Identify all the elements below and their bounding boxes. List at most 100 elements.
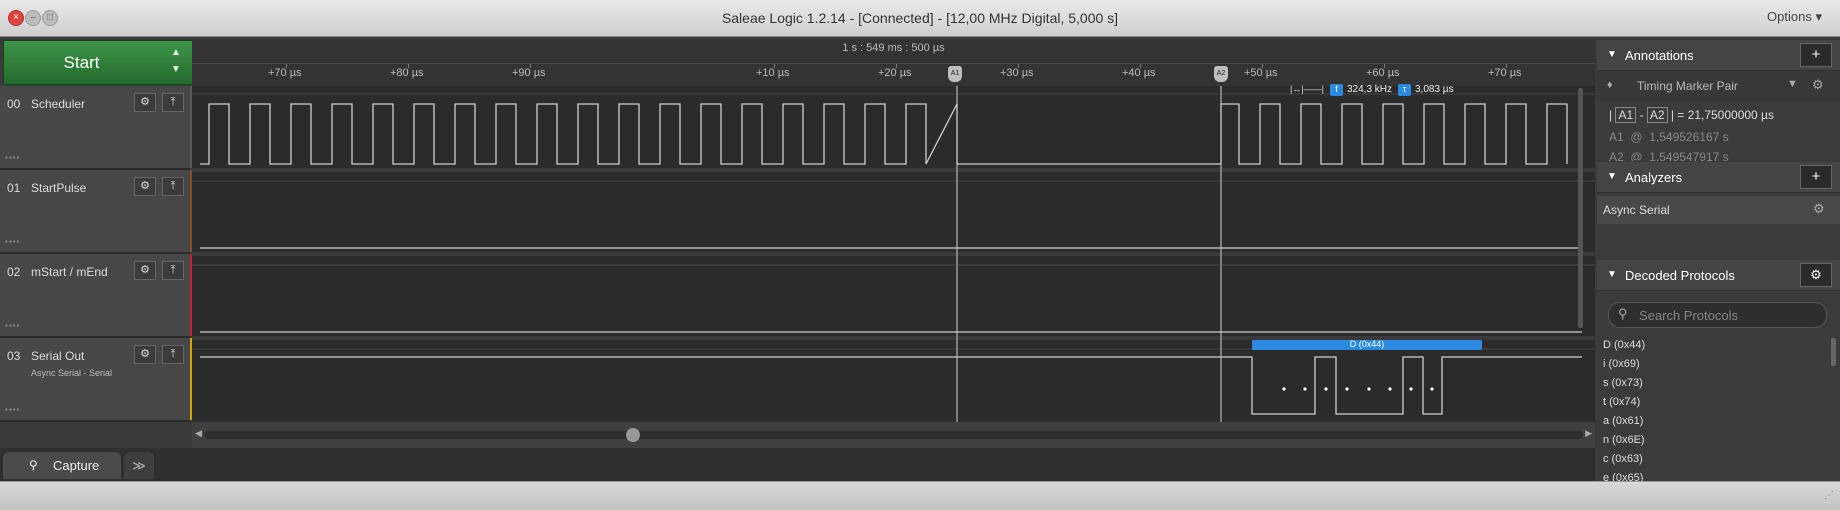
bit-sample-dot: [1282, 387, 1286, 391]
tick-label: +70 µs: [1488, 67, 1522, 79]
start-button[interactable]: Start ▲ ▼: [3, 40, 194, 85]
drag-handle-icon[interactable]: ▪▪▪▪: [5, 321, 20, 330]
a2-label: A2: [1609, 150, 1624, 161]
analyzers-title: Analyzers: [1625, 170, 1683, 185]
gear-icon[interactable]: ⚙: [1813, 201, 1825, 217]
a2-value: 1,549547917 s: [1649, 150, 1729, 161]
marker-a2-flag[interactable]: A2: [1214, 66, 1228, 82]
analyzers-header[interactable]: ▼ Analyzers +: [1597, 162, 1840, 193]
trigger-icon[interactable]: ⤒: [162, 93, 184, 112]
tick-label: +60 µs: [1366, 67, 1400, 79]
channel-name[interactable]: Scheduler: [31, 97, 85, 111]
annotations-title: Annotations: [1625, 48, 1694, 63]
trigger-icon[interactable]: ⤒: [162, 177, 184, 196]
bit-sample-dot: [1430, 387, 1434, 391]
window-title: Saleae Logic 1.2.14 - [Connected] - [12,…: [721, 10, 1119, 26]
tab-capture[interactable]: ⚲ Capture: [3, 452, 121, 479]
scheduler-wave-path: [200, 103, 1568, 165]
collapse-triangle-icon[interactable]: ▼: [1607, 269, 1617, 280]
channel-name[interactable]: StartPulse: [31, 181, 86, 195]
a1-label: A1: [1609, 130, 1624, 144]
list-item[interactable]: D (0x44): [1603, 339, 1645, 351]
tab-more-button[interactable]: ≫: [124, 452, 154, 479]
tick-label: +70 µs: [268, 67, 302, 79]
gear-icon[interactable]: ⚙: [134, 177, 156, 196]
chevron-up-icon[interactable]: ▲: [171, 47, 181, 58]
bit-sample-dot: [1388, 387, 1392, 391]
measure-span-icon: |↔|——|: [1290, 84, 1325, 94]
channel-name[interactable]: Serial Out: [31, 349, 84, 363]
list-item[interactable]: e (0x65): [1603, 472, 1643, 481]
search-input[interactable]: [1637, 306, 1821, 325]
waveform-area[interactable]: D (0x44) |↔|——| f 324,3 kHz τ 3,083 µs: [192, 84, 1595, 422]
list-item[interactable]: t (0x74): [1603, 396, 1640, 408]
bit-sample-dot: [1345, 387, 1349, 391]
drag-handle-icon[interactable]: ▪▪▪▪: [5, 405, 20, 414]
marker-a1-flag[interactable]: A1: [948, 66, 962, 82]
a1-time-row: A1 @ 1,549526167 s: [1609, 130, 1729, 144]
channel-analyzer-label: Async Serial - Serial: [31, 368, 113, 378]
list-item[interactable]: s (0x73): [1603, 377, 1643, 389]
resize-grip-icon[interactable]: ⋰: [1824, 490, 1834, 501]
trigger-icon[interactable]: ⤒: [162, 345, 184, 364]
list-item[interactable]: i (0x69): [1603, 358, 1640, 370]
horizontal-scrollbar[interactable]: ◀ ▶: [192, 422, 1595, 448]
channel-name[interactable]: mStart / mEnd: [31, 265, 108, 279]
drag-handle-icon[interactable]: ▪▪▪▪: [5, 153, 20, 162]
a2-time-row: A2 @ 1,549547917 s: [1609, 150, 1729, 161]
list-item[interactable]: n (0x6E): [1603, 434, 1645, 446]
add-annotation-button[interactable]: +: [1800, 43, 1832, 67]
bit-sample-dot: [1409, 387, 1413, 391]
absolute-time: 1 s : 549 ms : 500 µs: [842, 42, 945, 54]
timing-marker-pair-label: Timing Marker Pair: [1637, 79, 1738, 93]
gear-icon[interactable]: ⚙: [134, 261, 156, 280]
tick-label: +80 µs: [390, 67, 424, 79]
collapse-triangle-icon[interactable]: ▼: [1607, 171, 1617, 182]
frequency-value: 324,3 kHz: [1347, 84, 1393, 95]
trigger-icon[interactable]: ⤒: [162, 261, 184, 280]
collapse-triangle-icon[interactable]: ▼: [1607, 49, 1617, 60]
measurement-readout: |↔|——| f 324,3 kHz τ 3,083 µs: [1290, 84, 1490, 98]
timeline-header[interactable]: 1 s : 549 ms : 500 µs +70 µs +80 µs +90 …: [192, 40, 1595, 86]
bit-sample-dot: [1367, 387, 1371, 391]
timing-marker-pair-row[interactable]: ♦ Timing Marker Pair ▼ ⚙: [1597, 71, 1840, 101]
scroll-right-icon[interactable]: ▶: [1585, 428, 1592, 439]
list-item[interactable]: c (0x63): [1603, 453, 1643, 465]
gear-icon[interactable]: ⚙: [1800, 263, 1832, 287]
vertical-scrollbar[interactable]: [1578, 88, 1583, 328]
channel-number: 00: [7, 97, 21, 111]
chevron-down-icon[interactable]: ▼: [171, 64, 181, 75]
search-protocols[interactable]: ⚲: [1608, 302, 1827, 328]
chevron-down-icon[interactable]: ▼: [1787, 78, 1798, 90]
gear-icon[interactable]: ⚙: [134, 93, 156, 112]
gear-icon[interactable]: ⚙: [1812, 77, 1824, 93]
gear-icon[interactable]: ⚙: [134, 345, 156, 364]
serial-out-waveform: [200, 356, 1582, 415]
drag-handle-icon[interactable]: ▪▪▪▪: [5, 237, 20, 246]
scroll-thumb[interactable]: [626, 428, 640, 442]
add-analyzer-button[interactable]: +: [1800, 165, 1832, 189]
annotations-header[interactable]: ▼ Annotations +: [1597, 40, 1840, 71]
a1-chip: A1: [1615, 107, 1637, 123]
decode-bubble-label: D (0x44): [1349, 339, 1385, 349]
options-menu[interactable]: Options ▾: [1767, 9, 1822, 25]
channel-number: 01: [7, 181, 21, 195]
bottom-tab-bar: ⚲ Capture ≫: [0, 448, 1595, 481]
period-badge: τ: [1398, 84, 1411, 96]
decoded-protocols-title: Decoded Protocols: [1625, 268, 1735, 283]
decoded-protocols-header[interactable]: ▼ Decoded Protocols ⚙: [1597, 260, 1840, 291]
frequency-badge: f: [1330, 84, 1343, 96]
tick-label: +50 µs: [1244, 67, 1278, 79]
analyzer-label: Async Serial: [1603, 203, 1670, 217]
capture-search-icon: ⚲: [29, 458, 38, 472]
tick-label: +90 µs: [512, 67, 546, 79]
search-icon: ⚲: [1618, 306, 1628, 321]
list-item[interactable]: a (0x61): [1603, 415, 1643, 427]
tick-label: +10 µs: [756, 67, 790, 79]
at-sign: @: [1630, 150, 1643, 161]
scroll-left-icon[interactable]: ◀: [195, 428, 202, 439]
decoded-scrollbar[interactable]: [1831, 338, 1836, 366]
analyzer-item[interactable]: Async Serial ⚙: [1597, 196, 1840, 224]
tick-label: +20 µs: [878, 67, 912, 79]
decode-bubble[interactable]: D (0x44): [1252, 339, 1482, 350]
